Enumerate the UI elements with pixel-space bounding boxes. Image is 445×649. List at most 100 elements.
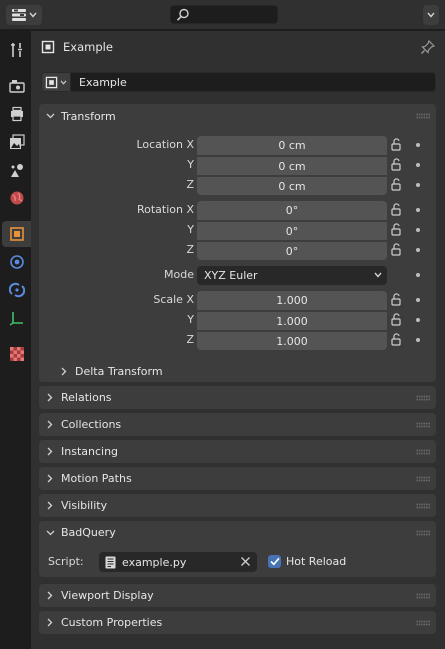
keyframe-dot-icon[interactable] [416,318,420,322]
panel-title: Viewport Display [61,589,154,602]
panel-title: Motion Paths [61,472,132,485]
drag-grip-icon[interactable] [416,530,430,536]
lock-icon[interactable] [390,138,404,152]
editor-type-button[interactable] [6,5,42,25]
property-label: Location X [136,138,194,151]
property-label: Z [186,178,194,191]
rotation-mode-value: XYZ Euler [204,269,258,282]
keyframe-dot-icon[interactable] [416,298,420,302]
keyframe-dot-icon[interactable] [416,273,420,277]
lock-icon[interactable] [390,243,404,257]
constraints-tab[interactable] [2,277,31,303]
scale-x-field[interactable]: 1.000 [197,291,387,310]
script-file-field[interactable]: example.py [99,552,257,572]
world-tab[interactable] [2,185,31,211]
drag-grip-icon[interactable] [416,503,430,509]
image-stack-icon [9,134,25,149]
chevron-right-icon [47,501,53,510]
panel-title: Visibility [61,499,108,512]
view-layer-tab[interactable] [2,129,31,155]
rotation-z-field[interactable]: 0° [197,241,387,260]
transform-panel-header[interactable]: Transform [39,104,436,128]
drag-grip-icon[interactable] [416,395,430,401]
collections-panel[interactable]: Collections [39,413,436,436]
relations-panel[interactable]: Relations [39,386,436,409]
drag-grip-icon[interactable] [416,620,430,626]
drag-grip-icon[interactable] [416,476,430,482]
pin-icon[interactable] [420,39,436,55]
drag-grip-icon[interactable] [416,593,430,599]
panel-title: Transform [61,109,116,123]
transform-panel: Transform Location X 0 cm Y 0 cm Z 0 cm … [39,104,436,382]
scale-z-field[interactable]: 1.000 [197,331,387,350]
badquery-panel-header[interactable]: BadQuery [39,521,436,544]
keyframe-dot-icon[interactable] [416,143,420,147]
lock-icon[interactable] [390,313,404,327]
panel-title: Collections [61,418,122,431]
lock-icon[interactable] [390,293,404,307]
custom-properties-panel[interactable]: Custom Properties [39,611,436,634]
panel-title: Custom Properties [61,616,163,629]
rotation-mode-select[interactable]: XYZ Euler [197,266,387,285]
render-tab[interactable] [2,73,31,99]
data-tab[interactable] [2,305,31,331]
keyframe-dot-icon[interactable] [416,248,420,252]
location-y-row: Y 0 cm [39,156,436,175]
globe-icon [10,191,23,205]
scale-y-field[interactable]: 1.000 [197,311,387,330]
keyframe-dot-icon[interactable] [416,208,420,212]
visibility-panel[interactable]: Visibility [39,494,436,517]
keyframe-dot-icon[interactable] [416,228,420,232]
text-file-icon [105,556,116,568]
location-z-row: Z 0 cm [39,176,436,195]
constraint-icon [8,282,25,298]
tool-tab[interactable] [2,37,31,63]
panel-title: Relations [61,391,112,404]
modifiers-tab[interactable] [2,249,31,275]
chevron-down-icon [60,79,67,85]
location-y-field[interactable]: 0 cm [197,156,387,175]
scene-tab[interactable] [2,157,31,183]
lock-icon[interactable] [390,158,404,172]
drag-grip-icon[interactable] [416,113,430,119]
close-icon[interactable] [240,556,251,567]
rotation-y-field[interactable]: 0° [197,221,387,240]
object-tab[interactable] [2,221,31,247]
context-breadcrumb: Example [41,37,436,57]
keyframe-dot-icon[interactable] [416,338,420,342]
rotation-x-field[interactable]: 0° [197,201,387,220]
property-label: Scale X [153,293,194,306]
instancing-panel[interactable]: Instancing [39,440,436,463]
location-x-row: Location X 0 cm [39,136,436,155]
drag-grip-icon[interactable] [416,449,430,455]
motion-paths-panel[interactable]: Motion Paths [39,467,436,490]
delta-transform-header[interactable]: Delta Transform [53,360,163,382]
header-options-button[interactable] [423,5,439,25]
properties-main: Example Example Transform Location X 0 c… [31,31,445,649]
hot-reload-checkbox[interactable] [268,555,281,568]
lock-icon[interactable] [390,223,404,237]
search-input[interactable] [170,5,278,24]
wrench-screwdriver-icon [10,43,22,57]
object-name-field[interactable]: Example [71,72,436,92]
property-label: Rotation X [136,203,194,216]
property-label: Y [187,223,194,236]
texture-tab[interactable] [2,341,31,367]
lock-icon[interactable] [390,178,404,192]
badquery-panel: BadQuery Script: example.py Hot Reload [39,521,436,577]
object-square-icon [9,227,24,241]
output-tab[interactable] [2,101,31,127]
lock-icon[interactable] [390,333,404,347]
location-z-field[interactable]: 0 cm [197,176,387,195]
object-browse-button[interactable] [41,72,71,92]
chevron-down-icon [46,530,54,535]
keyframe-dot-icon[interactable] [416,163,420,167]
object-square-icon [41,40,55,54]
location-x-field[interactable]: 0 cm [197,136,387,155]
viewport-display-panel[interactable]: Viewport Display [39,584,436,607]
chevron-right-icon [61,367,67,375]
rotation-x-row: Rotation X 0° [39,201,436,220]
drag-grip-icon[interactable] [416,422,430,428]
keyframe-dot-icon[interactable] [416,183,420,187]
lock-icon[interactable] [390,203,404,217]
